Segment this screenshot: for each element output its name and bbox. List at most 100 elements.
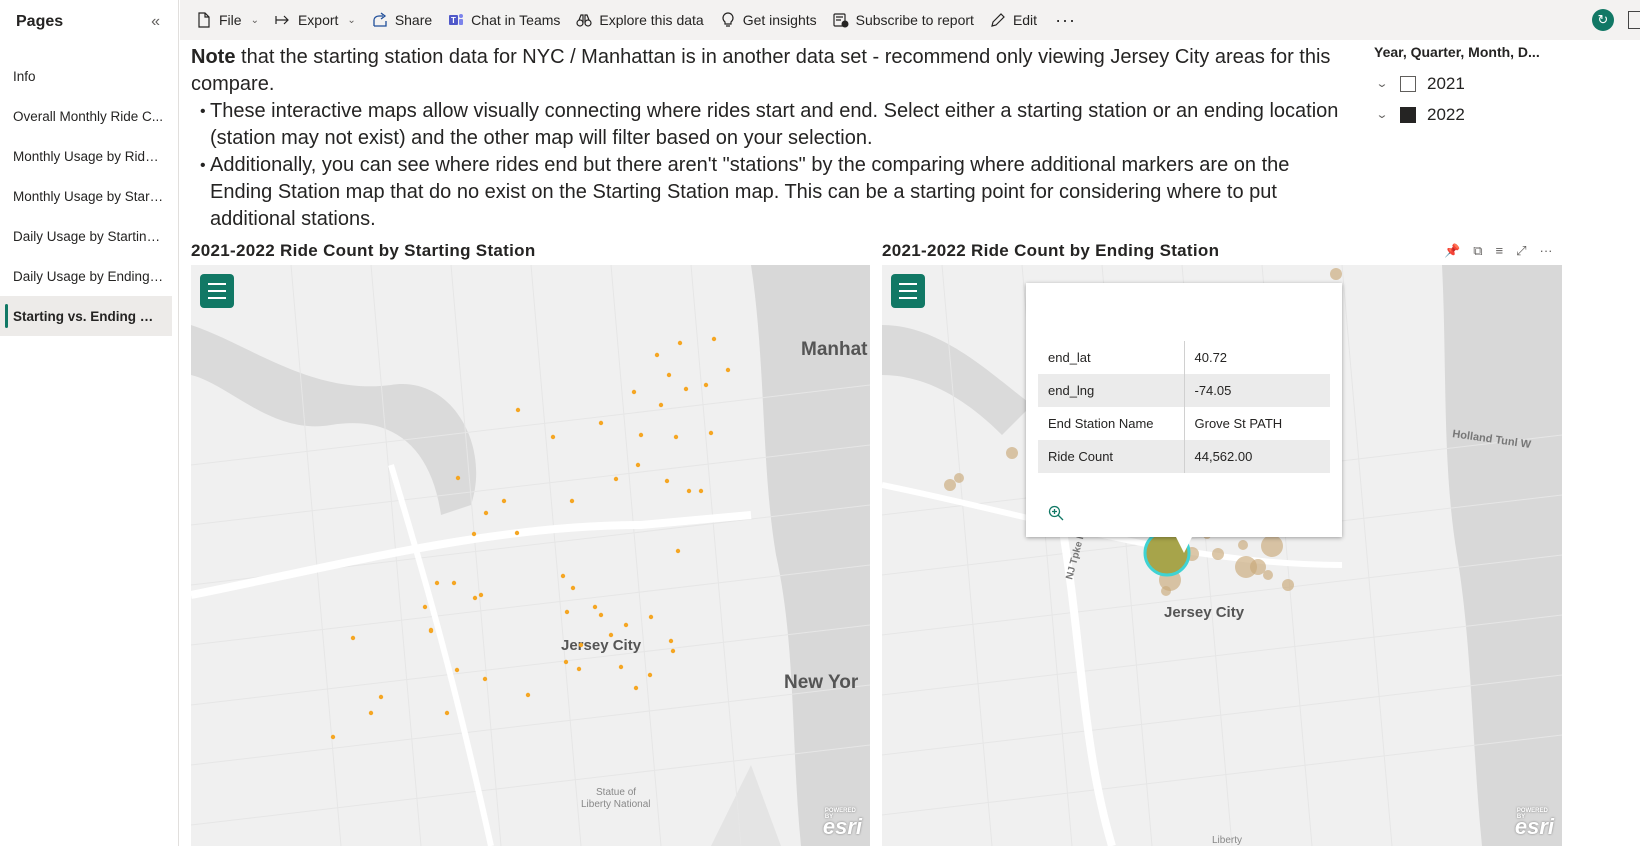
station-marker[interactable] bbox=[525, 692, 531, 698]
station-marker[interactable] bbox=[350, 635, 356, 641]
station-marker[interactable] bbox=[647, 672, 653, 678]
file-menu-button[interactable]: File ⌄ bbox=[188, 4, 267, 36]
station-bubble[interactable] bbox=[1282, 579, 1294, 591]
starting-station-map[interactable]: Manhat New Yor Jersey City Statue of Lib… bbox=[191, 265, 870, 846]
station-marker[interactable] bbox=[608, 632, 614, 638]
station-marker[interactable] bbox=[576, 666, 582, 672]
station-marker[interactable] bbox=[444, 710, 450, 716]
station-bubble[interactable] bbox=[1238, 540, 1248, 550]
station-bubble[interactable] bbox=[944, 479, 956, 491]
station-bubble[interactable] bbox=[1261, 535, 1283, 557]
page-tab-daily-starting[interactable]: Daily Usage by Starting ... bbox=[0, 216, 178, 256]
chevron-down-icon[interactable]: ⌄ bbox=[1371, 108, 1393, 121]
station-marker[interactable] bbox=[578, 642, 584, 648]
station-marker[interactable] bbox=[666, 372, 672, 378]
map-menu-button[interactable] bbox=[200, 274, 234, 308]
station-marker[interactable] bbox=[673, 434, 679, 440]
chat-in-teams-button[interactable]: T Chat in Teams bbox=[440, 4, 568, 36]
page-tab-overall-monthly[interactable]: Overall Monthly Ride C... bbox=[0, 96, 178, 136]
station-marker[interactable] bbox=[514, 530, 520, 536]
station-marker[interactable] bbox=[422, 604, 428, 610]
station-marker[interactable] bbox=[725, 367, 731, 373]
station-marker[interactable] bbox=[570, 585, 576, 591]
page-tab-starting-vs-ending[interactable]: Starting vs. Ending Stat... bbox=[0, 296, 172, 336]
edit-button[interactable]: Edit bbox=[982, 4, 1045, 36]
station-marker[interactable] bbox=[670, 648, 676, 654]
station-marker[interactable] bbox=[560, 573, 566, 579]
checkbox-2022[interactable] bbox=[1400, 106, 1416, 123]
pin-icon[interactable]: 📌 bbox=[1444, 243, 1460, 259]
page-tab-monthly-starting[interactable]: Monthly Usage by Starti... bbox=[0, 176, 178, 216]
station-marker[interactable] bbox=[664, 478, 670, 484]
station-marker[interactable] bbox=[711, 336, 717, 342]
more-options-icon[interactable]: ··· bbox=[1539, 243, 1552, 259]
station-marker[interactable] bbox=[368, 710, 374, 716]
station-marker[interactable] bbox=[613, 476, 619, 482]
station-marker[interactable] bbox=[330, 734, 336, 740]
more-options-button[interactable]: ··· bbox=[1045, 10, 1086, 31]
slicer-option-2021[interactable]: ⌄ 2021 bbox=[1374, 68, 1640, 99]
station-marker[interactable] bbox=[592, 604, 598, 610]
page-tab-monthly-rider[interactable]: Monthly Usage by Rider... bbox=[0, 136, 178, 176]
subscribe-button[interactable]: Subscribe to report bbox=[825, 4, 982, 36]
station-marker[interactable] bbox=[618, 664, 624, 670]
station-marker[interactable] bbox=[483, 510, 489, 516]
station-marker[interactable] bbox=[623, 622, 629, 628]
station-marker[interactable] bbox=[515, 407, 521, 413]
station-marker[interactable] bbox=[654, 352, 660, 358]
station-marker[interactable] bbox=[454, 667, 460, 673]
focus-mode-icon[interactable]: ⤢ bbox=[1516, 243, 1526, 259]
filter-icon[interactable]: ≡ bbox=[1495, 243, 1503, 259]
pane-toggle-icon[interactable] bbox=[1628, 11, 1640, 29]
station-marker[interactable] bbox=[501, 498, 507, 504]
station-marker[interactable] bbox=[598, 612, 604, 618]
station-marker[interactable] bbox=[703, 382, 709, 388]
station-bubble[interactable] bbox=[1330, 268, 1342, 280]
station-marker[interactable] bbox=[598, 420, 604, 426]
station-marker[interactable] bbox=[482, 676, 488, 682]
station-marker[interactable] bbox=[683, 386, 689, 392]
station-marker[interactable] bbox=[658, 402, 664, 408]
station-marker[interactable] bbox=[633, 685, 639, 691]
station-bubble[interactable] bbox=[1212, 548, 1224, 560]
station-marker[interactable] bbox=[563, 659, 569, 665]
double-chevron-left-icon[interactable]: « bbox=[151, 13, 160, 31]
map-menu-button[interactable] bbox=[891, 274, 925, 308]
page-tab-info[interactable]: Info bbox=[0, 56, 178, 96]
station-marker[interactable] bbox=[668, 638, 674, 644]
share-button[interactable]: Share bbox=[364, 4, 440, 36]
station-marker[interactable] bbox=[677, 340, 683, 346]
station-bubble[interactable] bbox=[1161, 586, 1171, 596]
station-bubble[interactable] bbox=[1263, 570, 1273, 580]
station-marker[interactable] bbox=[564, 609, 570, 615]
checkbox-2021[interactable] bbox=[1400, 75, 1416, 92]
slicer-option-2022[interactable]: ⌄ 2022 bbox=[1374, 99, 1640, 130]
station-marker[interactable] bbox=[471, 531, 477, 537]
station-bubble[interactable] bbox=[1006, 447, 1018, 459]
export-menu-button[interactable]: Export ⌄ bbox=[267, 4, 364, 36]
reset-icon[interactable]: ↻ bbox=[1592, 9, 1614, 31]
station-marker[interactable] bbox=[698, 488, 704, 494]
station-marker[interactable] bbox=[708, 430, 714, 436]
station-marker[interactable] bbox=[648, 614, 654, 620]
station-marker[interactable] bbox=[675, 548, 681, 554]
page-tab-daily-ending[interactable]: Daily Usage by Ending S... bbox=[0, 256, 178, 296]
station-marker[interactable] bbox=[472, 595, 478, 601]
station-marker[interactable] bbox=[434, 580, 440, 586]
station-marker[interactable] bbox=[569, 498, 575, 504]
explore-data-button[interactable]: Explore this data bbox=[568, 4, 711, 36]
station-marker[interactable] bbox=[631, 389, 637, 395]
station-bubble[interactable] bbox=[1235, 556, 1257, 578]
station-marker[interactable] bbox=[451, 580, 457, 586]
station-marker[interactable] bbox=[378, 694, 384, 700]
station-bubble[interactable] bbox=[954, 473, 964, 483]
copy-icon[interactable]: ⧉ bbox=[1473, 243, 1482, 259]
station-marker[interactable] bbox=[455, 475, 461, 481]
get-insights-button[interactable]: Get insights bbox=[712, 4, 825, 36]
station-marker[interactable] bbox=[478, 592, 484, 598]
station-marker[interactable] bbox=[550, 434, 556, 440]
chevron-down-icon[interactable]: ⌄ bbox=[1371, 77, 1393, 90]
station-markers[interactable] bbox=[191, 265, 870, 846]
zoom-in-icon[interactable] bbox=[1048, 505, 1064, 521]
station-marker[interactable] bbox=[428, 627, 434, 633]
